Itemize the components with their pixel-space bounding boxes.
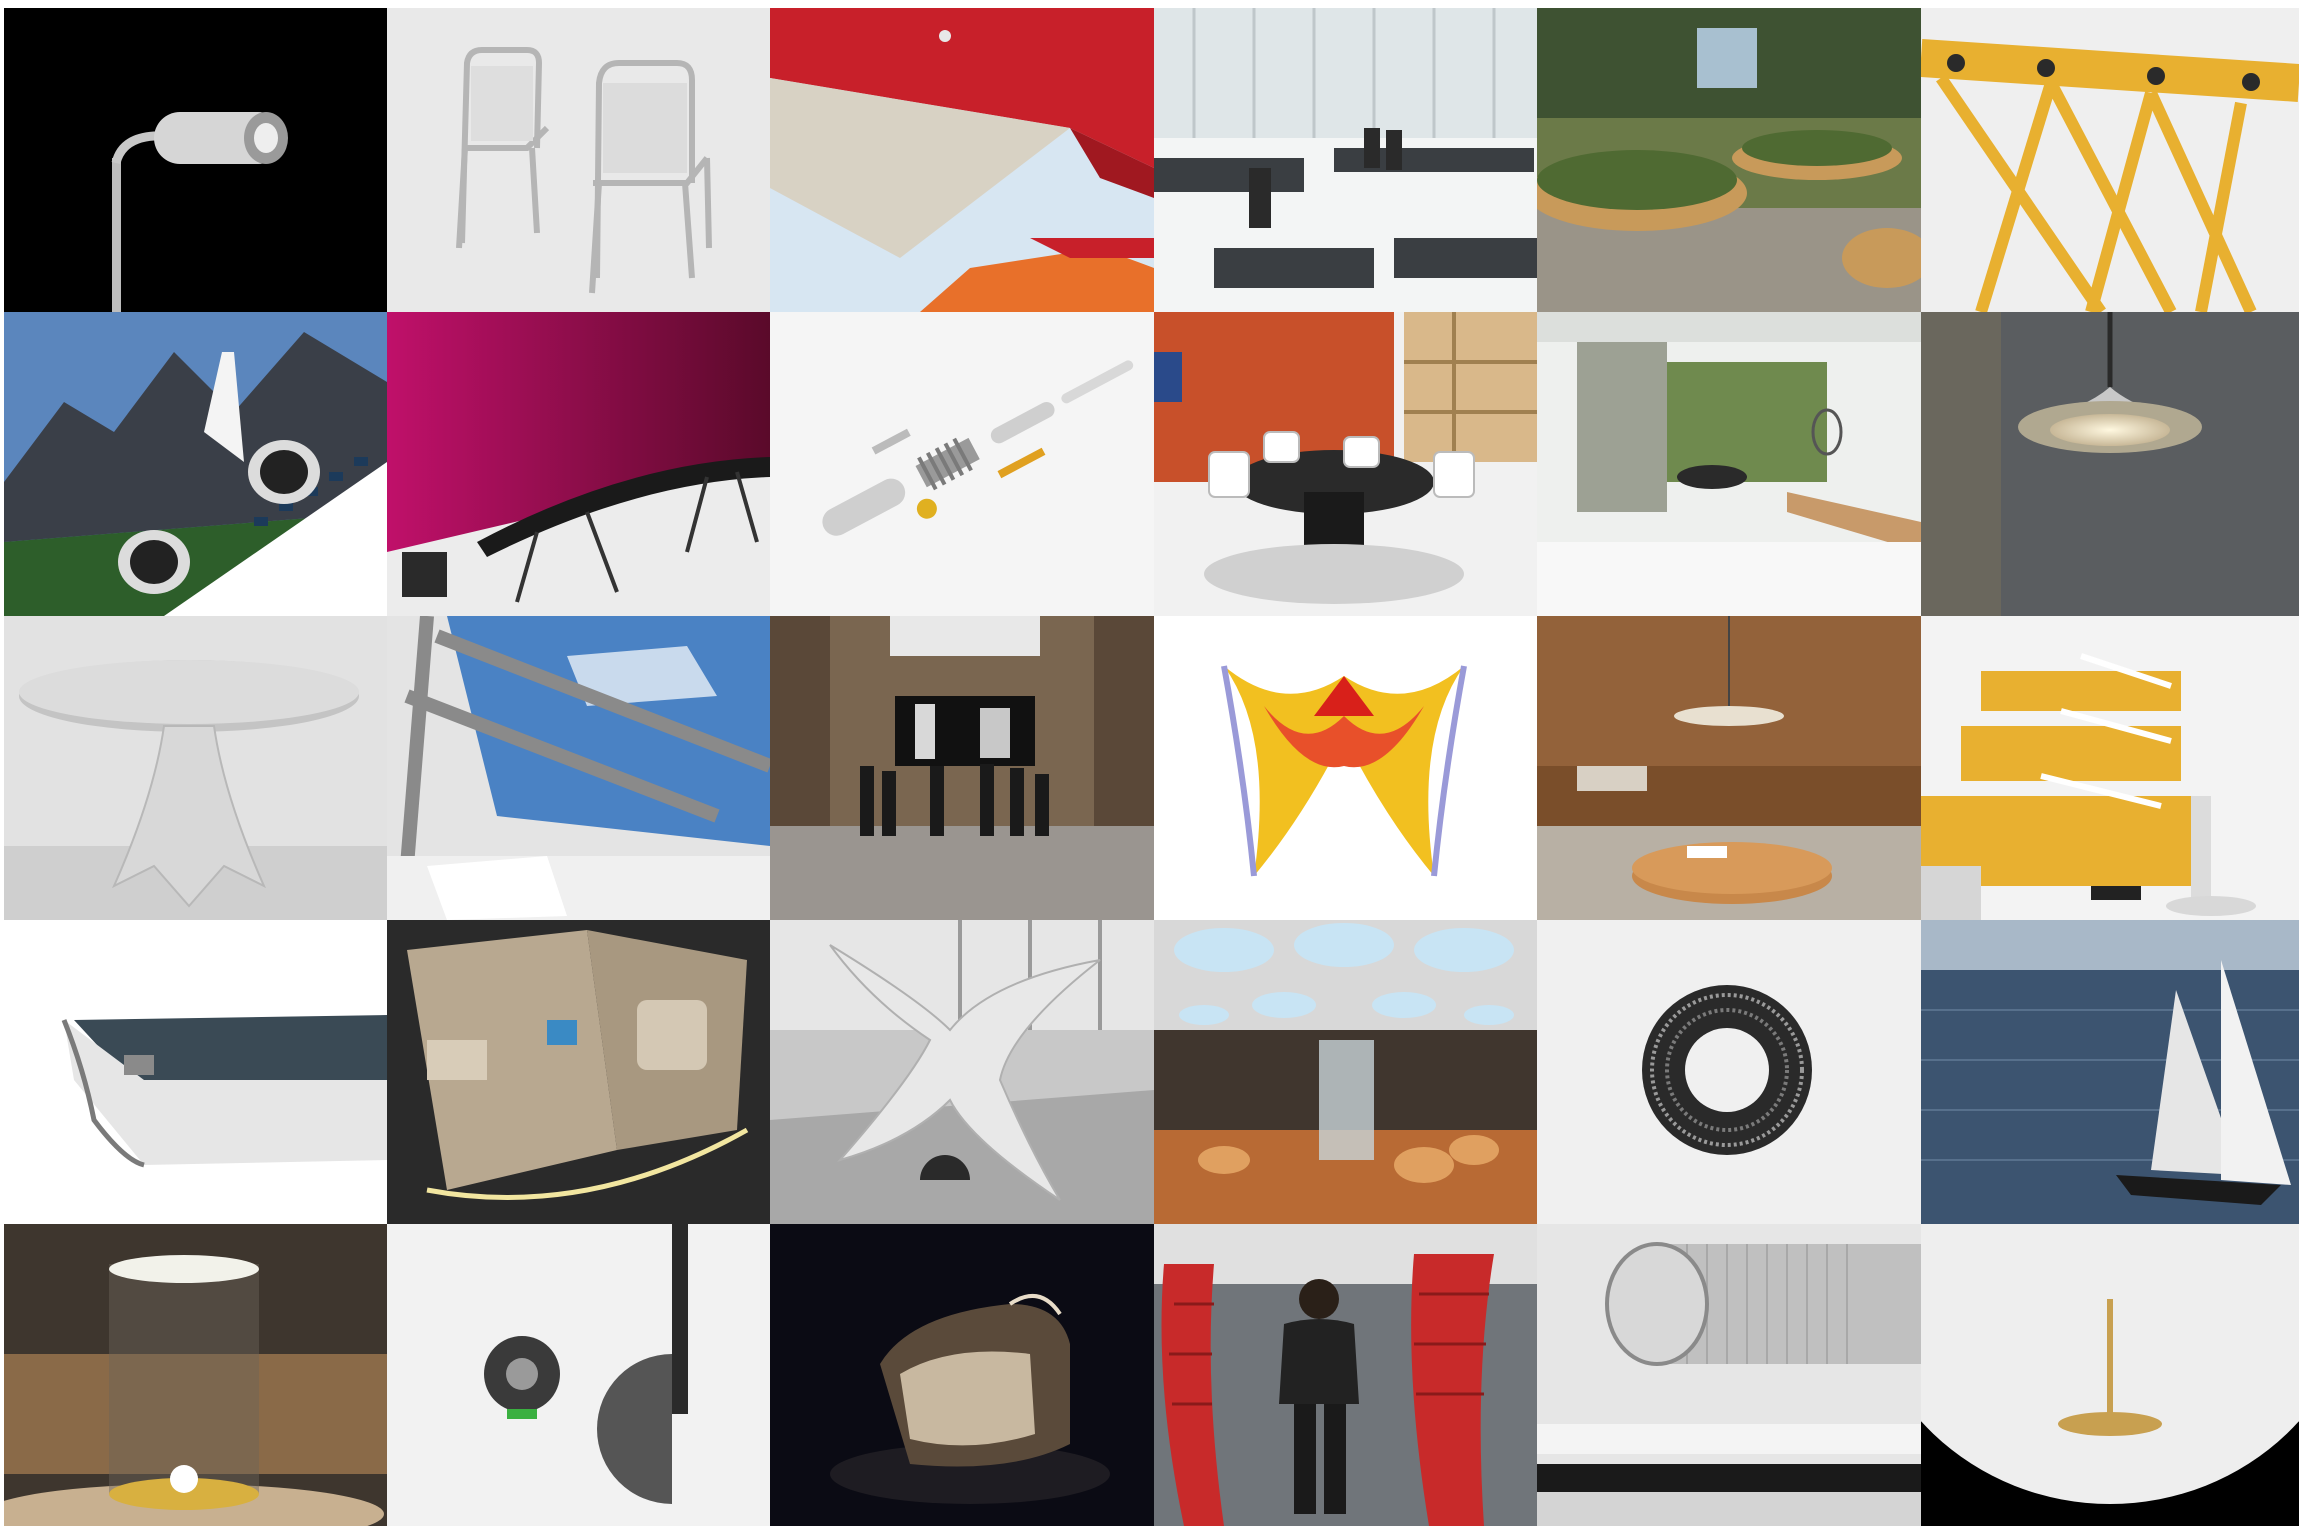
- tile-r1c1: [4, 8, 387, 312]
- magenta-office-icon: [387, 312, 770, 616]
- jet-aircraft-icon: [4, 312, 387, 616]
- armchair-icon: [770, 1224, 1154, 1526]
- tile-r3c3: [770, 616, 1154, 920]
- red-seat-pod-icon: [1154, 1224, 1537, 1526]
- wood-lounge-icon: [1537, 616, 1921, 920]
- table-lamp-icon: [4, 1224, 387, 1526]
- tile-r5c3: [770, 1224, 1154, 1526]
- tile-r2c2: [387, 312, 770, 616]
- sculpture-workshop-icon: [770, 920, 1154, 1224]
- tile-r1c5: [1537, 8, 1921, 312]
- tile-r2c6: [1921, 312, 2299, 616]
- pendant-lamp-icon: [1921, 312, 2299, 616]
- tile-r2c1: [4, 312, 387, 616]
- tile-r2c5: [1537, 312, 1921, 616]
- tile-r3c5: [1537, 616, 1921, 920]
- tile-r3c2: [387, 616, 770, 920]
- handle-detail-icon: [1537, 1224, 1921, 1526]
- tile-r5c4: [1154, 1224, 1537, 1526]
- yellow-workstations-icon: [1921, 616, 2299, 920]
- tile-r4c2: [387, 920, 770, 1224]
- exploded-parts-icon: [770, 312, 1154, 616]
- meeting-room-icon: [1154, 312, 1537, 616]
- gallery-hall-icon: [770, 616, 1154, 920]
- aluminium-chairs-icon: [387, 8, 770, 312]
- image-mosaic: [0, 0, 2299, 1526]
- sailing-yacht-icon: [1921, 920, 2299, 1224]
- aircraft-cabin-icon: [387, 920, 770, 1224]
- garden-seating-icon: [1537, 8, 1921, 312]
- aluminium-profile-icon: [4, 920, 387, 1224]
- tile-r4c3: [770, 920, 1154, 1224]
- tile-r2c4: [1154, 312, 1537, 616]
- tile-r3c4: [1154, 616, 1537, 920]
- tile-r5c6: [1921, 1224, 2299, 1526]
- tile-r4c5: [1537, 920, 1921, 1224]
- tile-r3c6: [1921, 616, 2299, 920]
- tile-r1c4: [1154, 8, 1537, 312]
- tile-r5c5: [1537, 1224, 1921, 1526]
- tile-r3c1: [4, 616, 387, 920]
- tile-r4c4: [1154, 920, 1537, 1224]
- airport-lounge-icon: [1154, 8, 1537, 312]
- tile-r4c6: [1921, 920, 2299, 1224]
- structure-render-icon: [1154, 616, 1537, 920]
- tile-r5c2: [387, 1224, 770, 1526]
- tile-r5c1: [4, 1224, 387, 1526]
- bathroom-interior-icon: [1537, 312, 1921, 616]
- yellow-truss-icon: [1921, 8, 2299, 312]
- street-lamp-icon: [4, 8, 387, 312]
- torus-pattern-icon: [1537, 920, 1921, 1224]
- red-canopy-icon: [770, 8, 1154, 312]
- tile-r2c3: [770, 312, 1154, 616]
- tile-r4c1: [4, 920, 387, 1224]
- tile-r1c2: [387, 8, 770, 312]
- round-table-icon: [4, 616, 387, 920]
- ceiling-lamp-icon: [1921, 1224, 2299, 1526]
- tile-r1c3: [770, 8, 1154, 312]
- yacht-interior-icon: [1154, 920, 1537, 1224]
- wall-mount-icon: [387, 1224, 770, 1526]
- skylight-icon: [387, 616, 770, 920]
- tile-r1c6: [1921, 8, 2299, 312]
